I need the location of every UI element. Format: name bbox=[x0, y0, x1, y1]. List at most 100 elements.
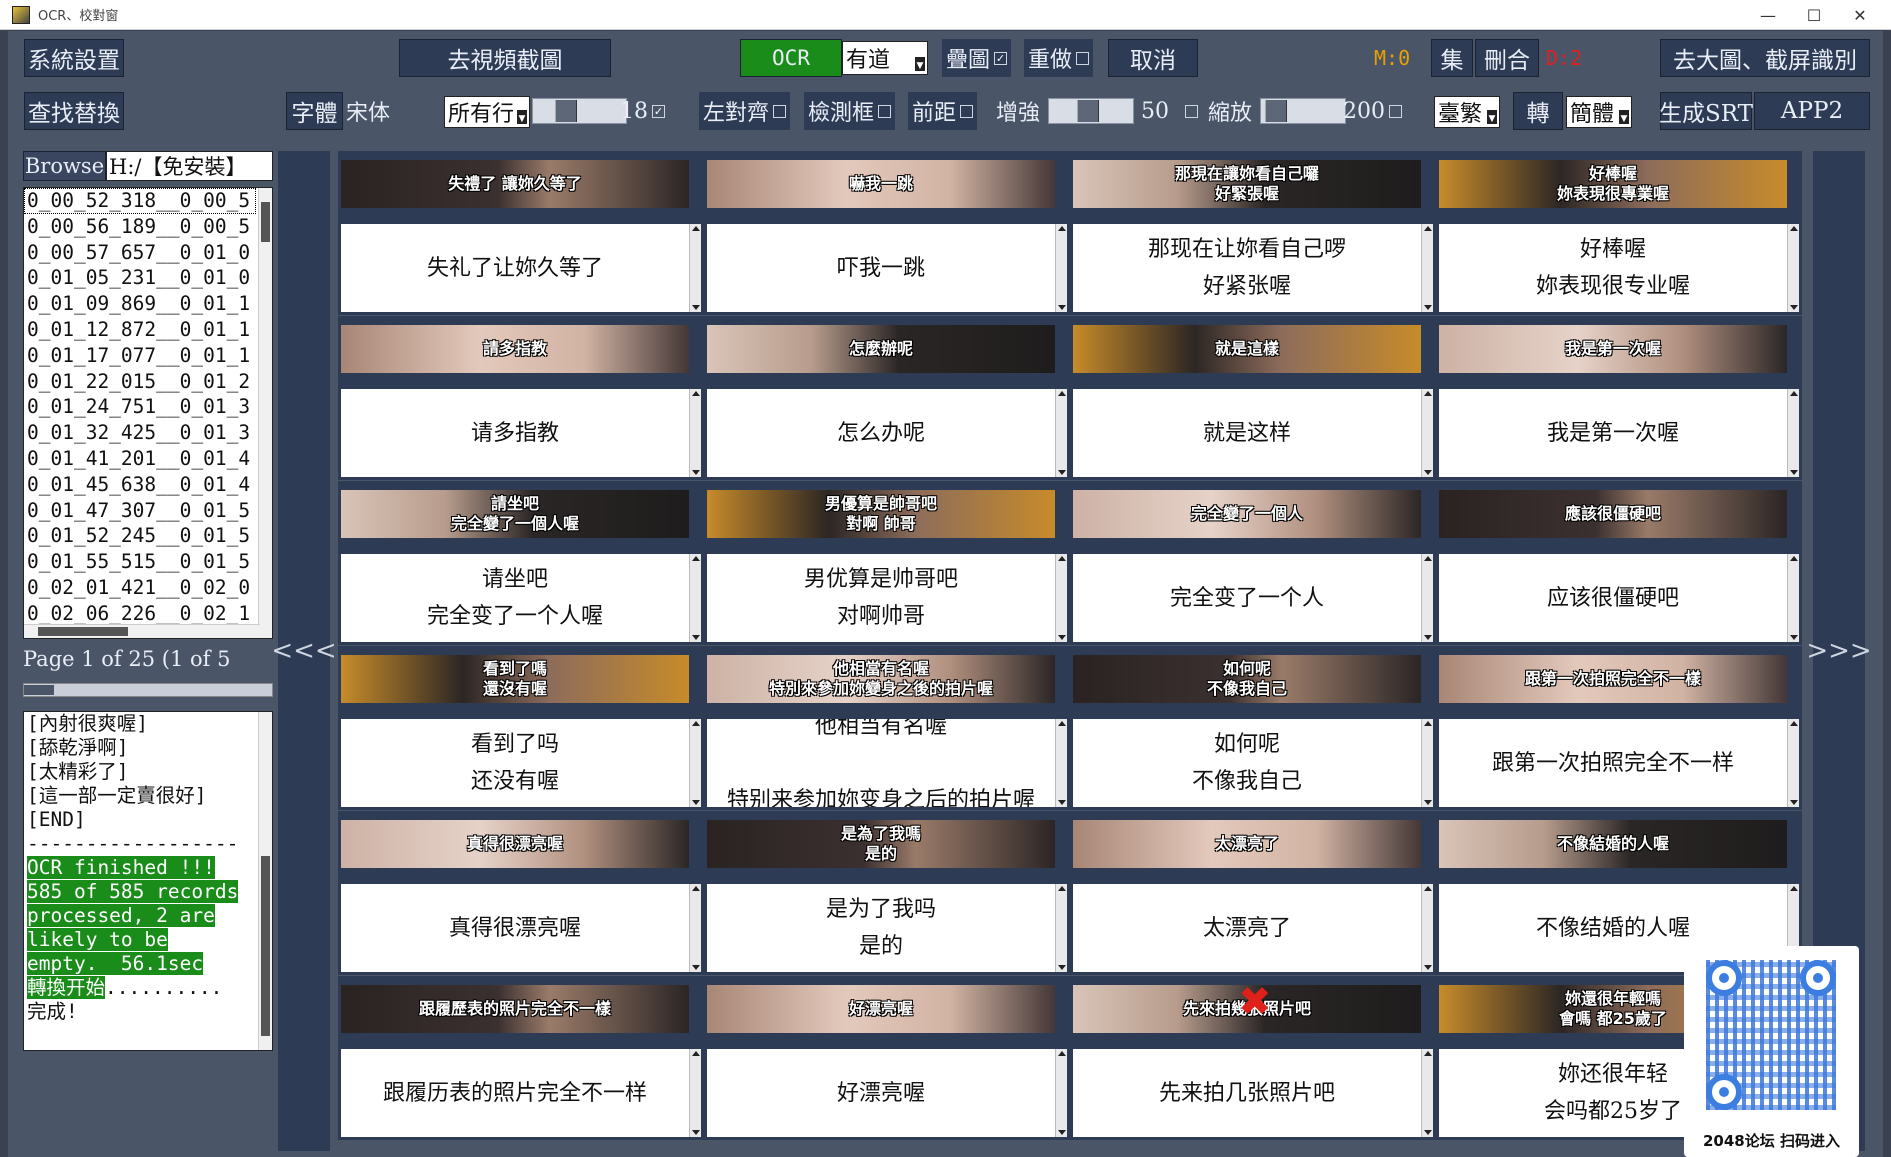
ocr-text-field[interactable]: 如何呢 不像我自己 bbox=[1073, 719, 1421, 807]
text-field-scrollbar[interactable] bbox=[1055, 884, 1067, 972]
subtitle-cell[interactable]: 怎麼辦呢 怎么办呢 bbox=[704, 316, 1070, 480]
ocr-engine-select[interactable]: 有道 ▼ bbox=[842, 41, 928, 75]
subtitle-cell[interactable]: 那現在讓妳看自己囉 好緊張喔 那现在让妳看自己啰 好紧张喔 bbox=[1070, 151, 1436, 315]
file-list-item[interactable]: 0_01_22_015__0_01_2 bbox=[24, 369, 256, 395]
subtitle-cell[interactable]: 請坐吧 完全變了一個人喔请坐吧 完全变了一个人喔 bbox=[338, 481, 704, 645]
ocr-text-field[interactable]: 好棒喔 妳表现很专业喔 bbox=[1439, 224, 1787, 312]
subtitle-cell[interactable]: 好棒喔 妳表現很專業喔好棒喔 妳表现很专业喔 bbox=[1436, 151, 1802, 315]
ocr-text-field[interactable]: 吓我一跳 bbox=[707, 224, 1055, 312]
ocr-text-field[interactable]: 太漂亮了 bbox=[1073, 884, 1421, 972]
text-field-scrollbar[interactable] bbox=[1055, 224, 1067, 312]
ocr-text-field[interactable]: 跟第一次拍照完全不一样 bbox=[1439, 719, 1787, 807]
overlay-checkbox[interactable]: ✓ bbox=[994, 51, 1008, 65]
frame-thumbnail[interactable]: 太漂亮了 bbox=[1073, 820, 1421, 868]
delete-mark-icon[interactable]: ✖ bbox=[1238, 982, 1272, 1022]
align-left-toggle[interactable]: 左對齊 bbox=[699, 92, 791, 130]
delete-merge-button[interactable]: 刪合 bbox=[1475, 39, 1539, 77]
detect-box-toggle[interactable]: 檢測框 bbox=[804, 92, 896, 130]
find-replace-button[interactable]: 查找替換 bbox=[24, 92, 124, 130]
ocr-text-field[interactable]: 我是第一次喔 bbox=[1439, 389, 1787, 477]
log-box[interactable]: [內射很爽喔] [舔乾淨啊] [太精彩了] [這一部一定賣很好] [END] ------… bbox=[23, 711, 273, 1051]
file-list-item[interactable]: 0_01_32_425__0_01_3 bbox=[24, 420, 256, 446]
text-field-scrollbar[interactable] bbox=[1787, 224, 1799, 312]
generate-srt-button[interactable]: 生成SRT bbox=[1659, 92, 1753, 130]
file-list[interactable]: 0_00_52_318__0_00_5 0_00_56_189__0_00_5 0_… bbox=[23, 187, 273, 639]
frame-thumbnail[interactable]: 失禮了 讓妳久等了 bbox=[341, 160, 689, 208]
ocr-text-field[interactable]: 怎么办呢 bbox=[707, 389, 1055, 477]
previous-page-button[interactable]: <<< bbox=[271, 151, 337, 1151]
frame-thumbnail[interactable]: 請坐吧 完全變了一個人喔 bbox=[341, 490, 689, 538]
close-button[interactable]: ✕ bbox=[1837, 0, 1883, 30]
text-field-scrollbar[interactable] bbox=[689, 389, 701, 477]
ocr-text-field[interactable]: 就是这样 bbox=[1073, 389, 1421, 477]
convert-button[interactable]: 轉 bbox=[1513, 92, 1563, 130]
ocr-text-field[interactable]: 应该很僵硬吧 bbox=[1439, 554, 1787, 642]
redo-toggle[interactable]: 重做 bbox=[1024, 39, 1094, 77]
file-list-item[interactable]: 0_01_17_077__0_01_1 bbox=[24, 343, 256, 369]
ocr-text-field[interactable]: 是为了我吗 是的 bbox=[707, 884, 1055, 972]
file-list-vertical-scrollbar[interactable] bbox=[258, 188, 272, 638]
simplified-variant-select[interactable]: 簡體 ▼ bbox=[1566, 96, 1632, 128]
frame-thumbnail[interactable]: 不像結婚的人喔 bbox=[1439, 820, 1787, 868]
subtitle-cell[interactable]: 嚇我一跳 吓我一跳 bbox=[704, 151, 1070, 315]
subtitle-cell[interactable]: 他相當有名喔 特別來參加妳變身之後的拍片喔 他相当有名喔 特别来参加妳变身之后的拍… bbox=[704, 646, 1070, 810]
ocr-text-field[interactable]: 真得很漂亮喔 bbox=[341, 884, 689, 972]
ocr-text-field[interactable]: 好漂亮喔 bbox=[707, 1049, 1055, 1137]
text-field-scrollbar[interactable] bbox=[1421, 554, 1433, 642]
subtitle-cell[interactable]: 失禮了 讓妳久等了 失礼了让妳久等了 bbox=[338, 151, 704, 315]
text-field-scrollbar[interactable] bbox=[1787, 554, 1799, 642]
ocr-button[interactable]: OCR bbox=[740, 39, 842, 77]
frame-thumbnail[interactable]: 就是這樣 bbox=[1073, 325, 1421, 373]
file-list-item[interactable]: 0_00_52_318__0_00_5 bbox=[24, 188, 256, 214]
ocr-text-field[interactable]: 完全变了一个人 bbox=[1073, 554, 1421, 642]
enhance-checkbox[interactable] bbox=[1185, 104, 1198, 118]
subtitle-cell[interactable]: 請多指教 请多指教 bbox=[338, 316, 704, 480]
collect-button[interactable]: 集 bbox=[1431, 39, 1473, 77]
ocr-text-field[interactable]: 他相当有名喔 特别来参加妳变身之后的拍片喔 bbox=[707, 719, 1055, 807]
subtitle-cell[interactable]: 如何呢 不像我自己 如何呢 不像我自己 bbox=[1070, 646, 1436, 810]
redo-checkbox[interactable] bbox=[1076, 51, 1090, 65]
subtitle-cell[interactable]: 跟履歷表的照片完全不一樣 跟履历表的照片完全不一样 bbox=[338, 976, 704, 1140]
frame-thumbnail[interactable]: 男優算是帥哥吧 對啊 帥哥 bbox=[707, 490, 1055, 538]
text-field-scrollbar[interactable] bbox=[1421, 1049, 1433, 1137]
path-field[interactable]: H:/【免安裝】 bbox=[106, 151, 273, 181]
page-scrollbar[interactable] bbox=[23, 683, 273, 697]
file-list-item[interactable]: 0_02_01_421__0_02_0 bbox=[24, 575, 256, 601]
front-distance-checkbox[interactable] bbox=[960, 104, 974, 118]
frame-thumbnail[interactable]: 應該很僵硬吧 bbox=[1439, 490, 1787, 538]
file-list-item[interactable]: 0_01_41_201__0_01_4 bbox=[24, 446, 256, 472]
frame-thumbnail[interactable]: 好棒喔 妳表現很專業喔 bbox=[1439, 160, 1787, 208]
frame-thumbnail[interactable]: 嚇我一跳 bbox=[707, 160, 1055, 208]
cancel-button[interactable]: 取消 bbox=[1108, 39, 1198, 77]
ocr-text-field[interactable]: 先来拍几张照片吧 bbox=[1073, 1049, 1421, 1137]
maximize-button[interactable]: ☐ bbox=[1791, 0, 1837, 30]
text-field-scrollbar[interactable] bbox=[689, 224, 701, 312]
log-vertical-scrollbar[interactable] bbox=[258, 712, 272, 1050]
zoom-checkbox[interactable] bbox=[1389, 104, 1402, 118]
zoom-slider[interactable] bbox=[1260, 98, 1346, 124]
file-list-item[interactable]: 0_00_56_189__0_00_5 bbox=[24, 214, 256, 240]
subtitle-cell[interactable]: 我是第一次喔 我是第一次喔 bbox=[1436, 316, 1802, 480]
lines-select[interactable]: 所有行 ▼ bbox=[444, 96, 530, 128]
frame-thumbnail[interactable]: 好漂亮喔 bbox=[707, 985, 1055, 1033]
file-list-hscroll-thumb[interactable] bbox=[38, 627, 128, 636]
font-size-checkbox[interactable]: ✓ bbox=[652, 104, 665, 118]
ocr-text-field[interactable]: 请坐吧 完全变了一个人喔 bbox=[341, 554, 689, 642]
file-list-item[interactable]: 0_02_06_226__0_02_1 bbox=[24, 601, 256, 627]
text-field-scrollbar[interactable] bbox=[1787, 719, 1799, 807]
subtitle-cell[interactable]: 應該很僵硬吧应该很僵硬吧 bbox=[1436, 481, 1802, 645]
text-field-scrollbar[interactable] bbox=[1055, 1049, 1067, 1137]
subtitle-cell[interactable]: 完全變了一個人 完全变了一个人 bbox=[1070, 481, 1436, 645]
file-list-scroll-thumb[interactable] bbox=[261, 202, 270, 242]
file-list-item[interactable]: 0_00_57_657__0_01_0 bbox=[24, 240, 256, 266]
zoom-slider-thumb[interactable] bbox=[1265, 100, 1287, 122]
text-field-scrollbar[interactable] bbox=[1421, 719, 1433, 807]
file-list-item[interactable]: 0_01_52_245__0_01_5 bbox=[24, 523, 256, 549]
subtitle-cell[interactable]: 跟第一次拍照完全不一樣 跟第一次拍照完全不一样 bbox=[1436, 646, 1802, 810]
ocr-text-field[interactable]: 那现在让妳看自己啰 好紧张喔 bbox=[1073, 224, 1421, 312]
frame-thumbnail[interactable]: 怎麼辦呢 bbox=[707, 325, 1055, 373]
subtitle-cell[interactable]: 男優算是帥哥吧 對啊 帥哥 男优算是帅哥吧 对啊帅哥 bbox=[704, 481, 1070, 645]
file-list-item[interactable]: 0_01_12_872__0_01_1 bbox=[24, 317, 256, 343]
frame-thumbnail[interactable]: 看到了嗎 還沒有喔 bbox=[341, 655, 689, 703]
frame-thumbnail[interactable]: 如何呢 不像我自己 bbox=[1073, 655, 1421, 703]
